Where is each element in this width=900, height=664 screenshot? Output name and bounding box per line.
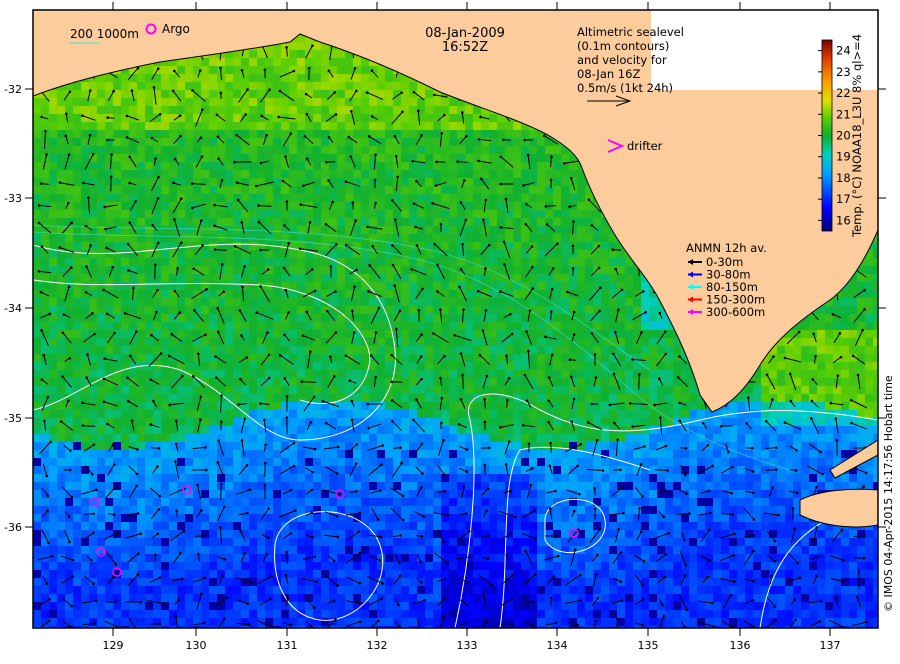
isobath-legend: 200 1000m [70, 27, 139, 41]
drifter-label: drifter [627, 139, 663, 153]
colorbar-tick-label: 20 [836, 129, 851, 143]
latitude-tick-label: -35 [4, 412, 22, 425]
latitude-tick-label: -34 [4, 302, 22, 315]
colorbar-tick-label: 22 [836, 86, 851, 100]
longitude-tick-label: 134 [547, 639, 568, 652]
longitude-tick-label: 136 [730, 639, 751, 652]
colorbar-tick-label: 24 [836, 44, 851, 58]
latitude-tick-label: -33 [4, 192, 22, 205]
colorbar-title: Temp. (°C) NOAA18_L3U 8% ql>=4 [850, 34, 864, 238]
map-time: 16:52Z [442, 40, 488, 55]
longitude-tick-label: 132 [367, 639, 388, 652]
longitude-tick-label: 131 [277, 639, 298, 652]
sst-map: 129 130 131 132 133 134 135 136 137 -32 -33 -34 -35… [0, 0, 900, 660]
colorbar-tick-label: 16 [836, 213, 851, 227]
longitude-tick-label: 130 [186, 639, 207, 652]
longitude-tick-label: 133 [457, 639, 478, 652]
longitude-tick-label: 129 [103, 639, 124, 652]
colorbar [822, 40, 832, 231]
longitude-tick-label: 137 [820, 639, 841, 652]
colorbar-tick-label: 18 [836, 171, 851, 185]
latitude-tick-label: -36 [4, 521, 22, 534]
map-date: 08-Jan-2009 [425, 26, 505, 41]
colorbar-tick-label: 17 [836, 192, 851, 206]
colorbar-tick-label: 19 [836, 150, 851, 164]
colorbar-tick-label: 21 [836, 107, 851, 121]
credit: © IMOS 04-Apr-2015 14:17:56 Hobart time [882, 375, 895, 612]
latitude-tick-label: -32 [4, 83, 22, 96]
argo-legend-label: Argo [162, 22, 190, 36]
colorbar-tick-label: 23 [836, 65, 851, 79]
longitude-tick-label: 135 [638, 639, 659, 652]
